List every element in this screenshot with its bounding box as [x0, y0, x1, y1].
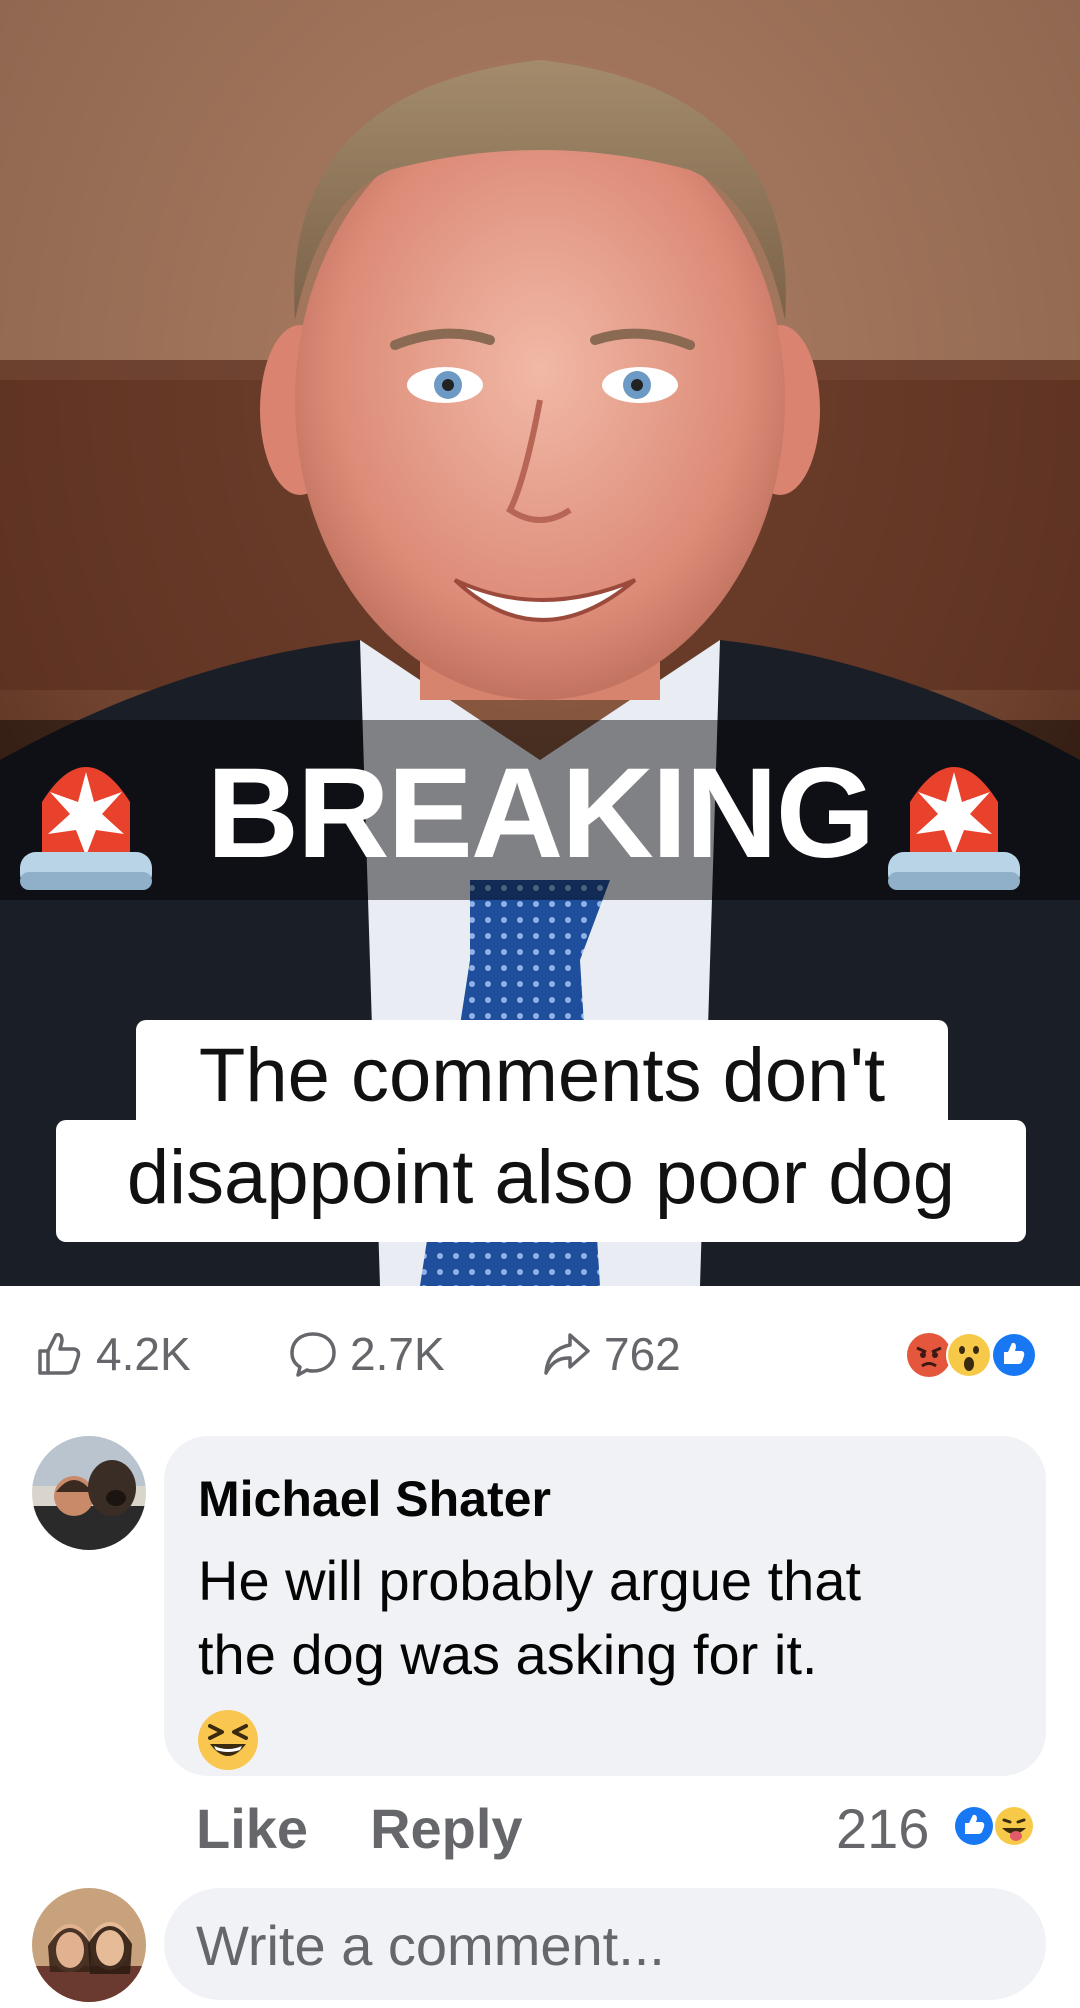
police-siren-icon: [888, 767, 1020, 890]
profile-photo: [32, 1436, 146, 1550]
caption-line-2: disappoint also poor dog: [56, 1120, 1026, 1242]
comment-reactions-summary[interactable]: [950, 1796, 1042, 1856]
share-arrow-icon: [544, 1333, 590, 1375]
comment-author-name[interactable]: Michael Shater: [198, 1470, 551, 1528]
like-thumb-icon: [991, 1332, 1037, 1378]
profile-photo: [32, 1888, 146, 2002]
current-user-avatar[interactable]: [32, 1888, 146, 2002]
commenter-avatar[interactable]: [32, 1436, 146, 1550]
angry-face-icon: [907, 1333, 951, 1377]
like-count: 4.2K: [96, 1328, 191, 1380]
comment-count: 2.7K: [350, 1328, 445, 1380]
share-count: 762: [604, 1328, 681, 1380]
tongue-out-face-icon: [993, 1805, 1035, 1847]
wow-face-icon: [946, 1332, 992, 1378]
comment-composer[interactable]: [164, 1888, 1046, 2000]
comment-reply-button[interactable]: Reply: [370, 1796, 523, 1861]
thumbs-up-outline-icon: [38, 1332, 81, 1375]
comment-actions: Like Reply: [196, 1796, 585, 1860]
like-stat-button[interactable]: 4.2K: [34, 1326, 191, 1382]
share-stat-button[interactable]: 762: [542, 1326, 681, 1382]
comment-reaction-count[interactable]: 216: [836, 1796, 929, 1861]
comment-bubble[interactable]: Michael Shater He will probably argue th…: [164, 1436, 1046, 1776]
post-media[interactable]: BREAKING The comments don't disappoint a…: [0, 0, 1080, 1286]
post-stats-bar: 4.2K 2.7K 762: [0, 1286, 1080, 1416]
speech-bubble-icon: [290, 1332, 336, 1377]
caption-line-1: The comments don't: [136, 1020, 948, 1132]
comment-text: He will probably argue that the dog was …: [198, 1544, 998, 1692]
comment-like-button[interactable]: Like: [196, 1796, 308, 1861]
comment-input[interactable]: [196, 1910, 996, 1980]
comment-text-line: the dog was asking for it.: [198, 1623, 818, 1686]
laughing-squint-emoji-icon: [198, 1710, 258, 1770]
like-thumb-icon: [953, 1805, 995, 1847]
comment-stat-button[interactable]: 2.7K: [288, 1326, 445, 1382]
post-reactions-summary[interactable]: [904, 1330, 1044, 1380]
comment-text-line: He will probably argue that: [198, 1549, 862, 1612]
